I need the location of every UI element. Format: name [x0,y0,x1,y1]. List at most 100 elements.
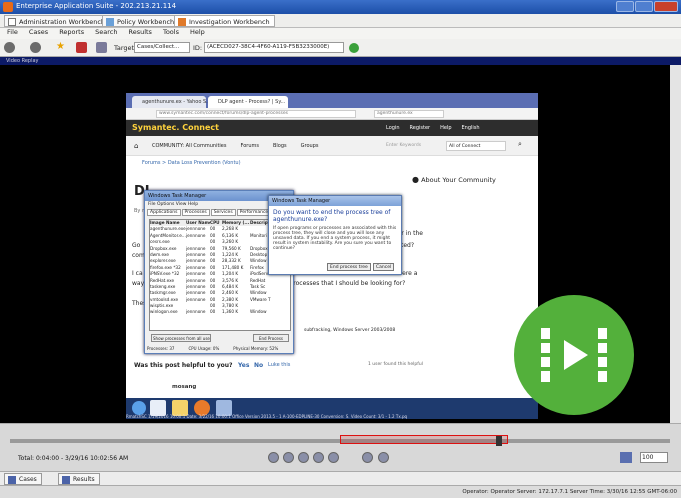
stop-button[interactable] [362,452,373,463]
info-icon: ● [412,175,419,184]
menu-bar: File Cases Reports Search Results Tools Help [0,28,681,39]
menu-results[interactable]: Results [128,28,151,36]
post-text-1: Go [132,242,141,249]
cases-icon [8,476,16,484]
close-button[interactable] [654,1,678,12]
like-link[interactable]: Luke this [268,362,290,368]
dialog-question: Do you want to end the process tree of a… [273,209,391,223]
start-icon[interactable] [132,401,146,415]
video-status-overlay: RmatchSC 1/19/2016 10:00:1 Date: 3/22/16… [126,414,408,419]
memory-usage: Physical Memory: 52% [233,346,279,351]
target-select[interactable]: Cases/Collect... [134,42,190,53]
about-title: About Your Community [421,176,496,184]
blogs-link[interactable]: Blogs [273,143,287,149]
bottom-tabs: Cases Results [0,471,681,485]
menu-file[interactable]: File [7,28,18,36]
breadcrumb-text[interactable]: Forums > Data Loss Prevention (Vontu) [142,160,241,166]
community-nav: ⌂ COMMUNITY: All Communities Forums Blog… [126,136,538,156]
helpful-prompt: Was this post helpful to you? [134,362,233,369]
symantec-logo[interactable]: Symantec. Connect [132,123,219,132]
fast-forward-button[interactable] [313,452,324,463]
video-file-icon [514,295,634,415]
tag-link[interactable]: subfracking, Windows Server 2003/2008 [304,328,395,333]
rewind-button[interactable] [283,452,294,463]
tab-services[interactable]: Services [210,209,236,216]
investigation-icon [178,18,186,26]
window-title: Enterprise Application Suite - 202.213.2… [16,2,177,10]
report-icon[interactable] [96,42,107,53]
help-link[interactable]: Help [440,125,451,131]
menu-help[interactable]: Help [190,28,205,36]
tab-investigation-workbench[interactable]: Investigation Workbench [174,15,275,27]
maximize-button[interactable] [635,1,653,12]
tab-administration-workbench[interactable]: Administration Workbench [4,15,111,27]
search-playback-button[interactable] [378,452,389,463]
end-process-button[interactable]: End Process [253,334,289,342]
window-titlebar: Enterprise Application Suite - 202.213.2… [0,0,681,14]
author-name[interactable]: mosang [172,384,196,390]
process-cell: jennnone [186,309,206,315]
back-icon[interactable] [4,42,15,53]
play-button[interactable] [298,452,309,463]
volume-icon[interactable] [620,452,632,463]
skip-back-button[interactable] [268,452,279,463]
post-text-4: way [132,280,145,287]
keyword-search-input[interactable]: Enter Keywords [384,141,444,151]
toolbar: ★ Target: Cases/Collect... ID: (ACECD027… [0,39,681,57]
dialog-title: Windows Task Manager [269,196,401,206]
search-scope-select[interactable]: All of Connect [446,141,506,151]
dialog-cancel-button[interactable]: Cancel [373,263,395,271]
dialog-message: If open programs or processes are associ… [273,226,397,251]
helpful-yes[interactable]: Yes [238,362,249,369]
symantec-header: Symantec. Connect Login Register Help En… [126,120,538,136]
end-process-tree-button[interactable]: End process tree [327,263,371,271]
skip-forward-button[interactable] [328,452,339,463]
zoom-select[interactable]: 100 [640,452,668,463]
tag-icon[interactable] [76,42,87,53]
minimize-button[interactable] [616,1,634,12]
app-icon [3,2,13,12]
process-row[interactable]: winlogon.exe jennnone 00 1,360 K Window [150,309,290,315]
groups-link[interactable]: Groups [301,143,319,149]
search-icon[interactable]: ⌕ [518,140,522,149]
menu-cases[interactable]: Cases [29,28,48,36]
helpful-no[interactable]: No [254,362,263,369]
show-all-processes-button[interactable]: Show processes from all users [151,334,211,342]
total-time: Total: 0:04:00 - 3/29/16 10:02:56 AM [18,455,129,462]
found-helpful: 1 user found this helpful [368,362,423,367]
tab-applications[interactable]: Applications [147,209,181,216]
status-text: Operator: Operator Server: 172.17.7.1 Se… [462,489,677,495]
results-tab[interactable]: Results [58,473,100,485]
tab-performance[interactable]: Performance [236,209,272,216]
browser-tab-2[interactable]: DLP agent - Process? | Sy... [208,96,288,108]
menu-reports[interactable]: Reports [59,28,84,36]
tab-processes[interactable]: Processes [181,209,210,216]
register-link[interactable]: Register [410,125,431,131]
end-process-dialog: Windows Task Manager Do you want to end … [268,195,402,275]
timeline-selection[interactable] [340,435,508,444]
forward-icon[interactable] [30,42,41,53]
browser-tab-1[interactable]: agenthunure.ex - Yahoo S... [132,96,211,108]
process-cell: winlogon.exe [150,309,178,315]
timeline-handle[interactable] [496,436,502,446]
login-link[interactable]: Login [386,125,400,131]
player-title: Video Replay [6,58,39,64]
breadcrumb: Forums > Data Loss Prevention (Vontu) [126,156,538,170]
tab-policy-workbench[interactable]: Policy Workbench [102,15,180,27]
go-icon[interactable] [349,43,359,53]
home-icon[interactable]: ⌂ [134,142,138,150]
menu-tools[interactable]: Tools [163,28,179,36]
player-controls: Total: 0:04:00 - 3/29/16 10:02:56 AM 100 [0,423,681,471]
community-select[interactable]: COMMUNITY: All Communities [152,143,227,149]
post-text-3: I ca [132,270,143,277]
star-icon[interactable]: ★ [56,41,65,52]
side-panel[interactable] [670,65,681,423]
browser-search-field[interactable]: agenthunure.ex [374,110,444,118]
cases-tab[interactable]: Cases [4,473,42,485]
process-cell: Window [250,309,267,315]
language-link[interactable]: English [462,125,480,131]
menu-search[interactable]: Search [95,28,117,36]
url-field[interactable]: www.symantec.com/connect/forums/dlp-agen… [156,110,356,118]
forums-link[interactable]: Forums [241,143,259,149]
id-field[interactable]: (ACECD027-38C4-4F60-A119-F5B3233000E) [204,42,344,53]
